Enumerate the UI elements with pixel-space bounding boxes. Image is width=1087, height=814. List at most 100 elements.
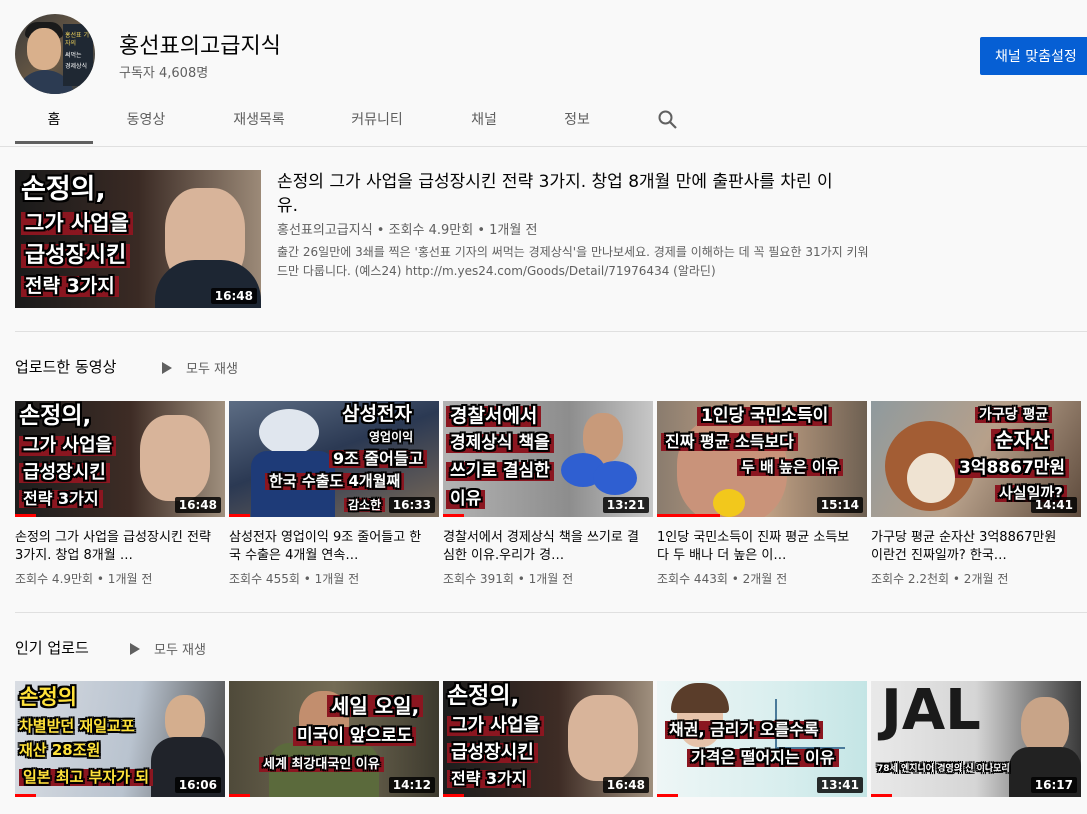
thumb-overlay-text: 급성장시킨 bbox=[19, 463, 110, 483]
video-thumbnail[interactable]: 경찰서에서 경제상식 책을 쓰기로 결심한 이유 13:21 bbox=[443, 401, 653, 517]
video-meta: 조회수 4.9만회 • 1개월 전 bbox=[15, 572, 153, 586]
thumb-overlay-text: 그가 사업을 bbox=[21, 212, 133, 235]
channel-avatar[interactable]: 홍선표 기자의 써먹는 경제상식 bbox=[15, 14, 95, 94]
thumb-overlay-text: 일본 최고 부자가 되 bbox=[19, 769, 154, 786]
tab-home[interactable]: 홈 bbox=[15, 98, 93, 144]
video-title[interactable]: 손정의 그가 사업을 급성장시킨 전략 3가지. 창업 8개월 … bbox=[15, 529, 211, 565]
video-thumbnail[interactable]: 가구당 평균 순자산 3억8867만원 사실일까? 14:41 bbox=[871, 401, 1081, 517]
avatar-book-line: 써먹는 bbox=[65, 52, 82, 59]
watch-progress-bar bbox=[15, 794, 36, 797]
thumb-overlay-text: 두 배 높은 이유 bbox=[737, 459, 844, 476]
thumb-overlay-text: 전략 3가지 bbox=[19, 490, 103, 508]
channel-tabs: 홈 동영상 재생목록 커뮤니티 채널 정보 bbox=[15, 98, 1087, 146]
video-title[interactable]: 1인당 국민소득이 진짜 평균 소득보다 두 배나 더 높은 이… bbox=[657, 529, 853, 565]
video-meta: 조회수 455회 • 1개월 전 bbox=[229, 572, 360, 586]
watch-progress-bar bbox=[657, 794, 678, 797]
channel-header: 홍선표 기자의 써먹는 경제상식 홍선표의고급지식 구독자 4,608명 채널 … bbox=[0, 0, 1087, 146]
thumb-overlay-text: 진짜 평균 소득보다 bbox=[661, 433, 798, 451]
thumb-overlay-text: 가구당 평균 bbox=[975, 407, 1053, 423]
video-meta: 조회수 443회 • 2개월 전 bbox=[657, 572, 788, 586]
shelf-title-uploads[interactable]: 업로드한 동영상 bbox=[15, 356, 116, 377]
avatar-book-line: 경제상식 bbox=[65, 63, 88, 70]
play-all-button[interactable]: 모두 재생 bbox=[162, 358, 238, 377]
thumb-overlay-text: 이유 bbox=[446, 490, 486, 509]
video-title[interactable]: 가구당 평균 순자산 3억8867만원이란건 진짜일까? 한국… bbox=[871, 529, 1067, 565]
video-thumbnail[interactable]: 손정의, 그가 사업을 급성장시킨 전략 3가지 16:48 bbox=[15, 401, 225, 517]
video-thumbnail[interactable]: 손정의 차별받던 재일교포 재산 28조원 일본 최고 부자가 되 16:06 bbox=[15, 681, 225, 797]
thumb-overlay-text: 경제상식 책을 bbox=[446, 434, 554, 453]
thumb-overlay-text: 3억8867만원 bbox=[955, 459, 1070, 478]
tab-channels[interactable]: 채널 bbox=[461, 98, 507, 144]
search-icon[interactable] bbox=[656, 108, 680, 132]
thumb-overlay-text: 전략 3가지 bbox=[447, 770, 531, 788]
thumb-overlay-text: 9조 줄어들고 bbox=[329, 450, 428, 468]
customize-channel-button[interactable]: 채널 맞춤설정 bbox=[980, 37, 1087, 75]
video-thumbnail[interactable]: 세일 오일, 미국이 앞으로도 세계 최강대국인 이유 14:12 bbox=[229, 681, 439, 797]
play-all-button[interactable]: 모두 재생 bbox=[130, 639, 206, 658]
thumb-overlay-text: 그가 사업을 bbox=[447, 716, 545, 736]
tab-playlists[interactable]: 재생목록 bbox=[219, 98, 299, 144]
thumb-overlay-text: 영업이익 bbox=[369, 430, 414, 444]
duration-badge: 13:41 bbox=[816, 777, 863, 793]
duration-badge: 16:48 bbox=[602, 777, 649, 793]
thumb-overlay-text: 손정의 bbox=[19, 685, 77, 709]
tab-community[interactable]: 커뮤니티 bbox=[337, 98, 417, 144]
featured-video-meta: 홍선표의고급지식 • 조회수 4.9만회 • 1개월 전 bbox=[277, 223, 538, 238]
video-thumbnail[interactable]: 1인당 국민소득이 진짜 평균 소득보다 두 배 높은 이유 15:14 bbox=[657, 401, 867, 517]
avatar-book-line: 홍선표 기자의 bbox=[65, 32, 89, 47]
video-meta: 조회수 2.2천회 • 2개월 전 bbox=[871, 572, 1009, 586]
featured-video-thumbnail[interactable]: 손정의, 그가 사업을 급성장시킨 전략 3가지 16:48 bbox=[15, 170, 261, 308]
thumb-overlay-text: 전략 3가지 bbox=[21, 276, 119, 297]
tab-videos[interactable]: 동영상 bbox=[107, 98, 185, 144]
duration-badge: 13:21 bbox=[602, 497, 649, 513]
thumb-overlay-text: 쓰기로 결심한 bbox=[446, 462, 554, 481]
video-title[interactable]: 삼성전자 영업이익 9조 줄어들고 한국 수출은 4개월 연속… bbox=[229, 529, 425, 565]
duration-badge: 16:06 bbox=[174, 777, 221, 793]
thumb-overlay-text: 급성장시킨 bbox=[447, 743, 538, 763]
thumb-overlay-text: 차별받던 재일교포 bbox=[19, 717, 135, 735]
thumb-overlay-text: 미국이 앞으로도 bbox=[293, 727, 417, 746]
tab-about[interactable]: 정보 bbox=[555, 98, 599, 144]
watch-progress-bar bbox=[443, 794, 464, 797]
duration-badge: 16:17 bbox=[1030, 777, 1077, 793]
watch-progress-bar bbox=[871, 794, 892, 797]
thumb-overlay-text: 그가 사업을 bbox=[19, 436, 117, 456]
thumb-overlay-text: 재산 28조원 bbox=[19, 741, 101, 759]
featured-video-description: 출간 26일만에 3쇄를 찍은 '홍선표 기자의 써먹는 경제상식'을 만나보세… bbox=[277, 245, 869, 278]
video-thumbnail[interactable]: 채권, 금리가 오를수록 가격은 떨어지는 이유 13:41 bbox=[657, 681, 867, 797]
video-title[interactable]: 경찰서에서 경제상식 책을 쓰기로 결심한 이유.우리가 경… bbox=[443, 529, 639, 565]
video-thumbnail[interactable]: JAL 78세 엔지니어 경영의 신 이나모리 16:17 bbox=[871, 681, 1081, 797]
thumb-overlay-text: 손정의, bbox=[19, 403, 92, 429]
thumb-overlay-text: 급성장시킨 bbox=[21, 244, 131, 268]
video-thumbnail[interactable]: 삼성전자 영업이익 9조 줄어들고 한국 수출도 4개월째 감소한 16:33 bbox=[229, 401, 439, 517]
shelf-title-popular[interactable]: 인기 업로드 bbox=[15, 637, 89, 658]
thumb-overlay-text: 채권, 금리가 오를수록 bbox=[665, 721, 823, 739]
watch-progress-bar bbox=[229, 794, 250, 797]
duration-badge: 16:33 bbox=[388, 497, 435, 513]
featured-video-title[interactable]: 손정의 그가 사업을 급성장시킨 전략 3가지. 창업 8개월 만에 출판사를 … bbox=[277, 170, 837, 218]
thumb-overlay-text: 가격은 떨어지는 이유 bbox=[687, 749, 839, 767]
duration-badge: 15:14 bbox=[816, 497, 863, 513]
duration-badge: 16:48 bbox=[174, 497, 221, 513]
watch-progress-bar bbox=[15, 514, 36, 517]
section-divider bbox=[15, 331, 1087, 332]
watch-progress-bar bbox=[443, 514, 464, 517]
subscriber-count: 구독자 4,608명 bbox=[119, 66, 209, 81]
video-thumbnail[interactable]: 손정의, 그가 사업을 급성장시킨 전략 3가지 16:48 bbox=[443, 681, 653, 797]
channel-home-content: 손정의, 그가 사업을 급성장시킨 전략 3가지 16:48 손정의 그가 사업… bbox=[0, 146, 1087, 814]
play-icon bbox=[162, 362, 172, 374]
duration-badge: 16:48 bbox=[210, 288, 257, 304]
thumb-overlay-text: 삼성전자 bbox=[342, 403, 412, 425]
thumb-overlay-text: 손정의, bbox=[447, 683, 520, 709]
avatar-book: 홍선표 기자의 써먹는 경제상식 bbox=[63, 24, 93, 86]
section-divider bbox=[15, 612, 1087, 613]
video-meta: 조회수 391회 • 1개월 전 bbox=[443, 572, 574, 586]
play-icon bbox=[130, 643, 140, 655]
thumb-overlay-text: 1인당 국민소득이 bbox=[697, 407, 833, 426]
watch-progress-bar bbox=[657, 514, 720, 517]
watch-progress-bar bbox=[229, 514, 250, 517]
thumb-overlay-text: 경찰서에서 bbox=[446, 406, 542, 427]
thumb-overlay-text: 순자산 bbox=[991, 429, 1055, 451]
thumb-overlay-text: 감소한 bbox=[344, 498, 386, 512]
duration-badge: 14:12 bbox=[388, 777, 435, 793]
